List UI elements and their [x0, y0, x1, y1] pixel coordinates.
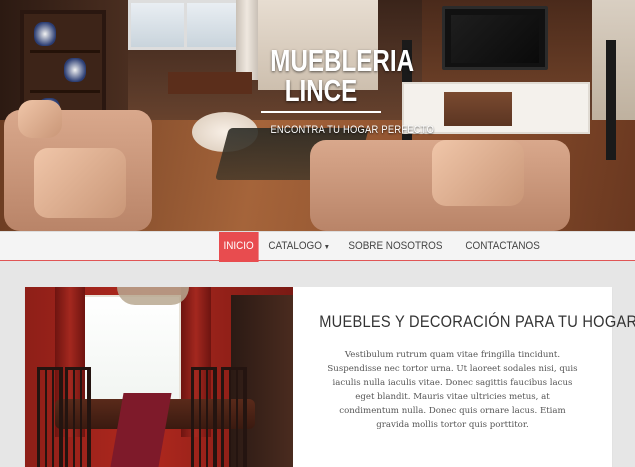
nav-item-sobre-nosotros[interactable]: SOBRE NOSOTROS	[343, 232, 448, 262]
nav-item-label: CONTACTANOS	[464, 240, 540, 252]
nav-item-inicio[interactable]: INICIO	[219, 232, 259, 262]
hero-pillow	[432, 140, 524, 206]
hero-window	[128, 0, 240, 50]
nav-item-label: INICIO	[223, 240, 254, 252]
site-title-line2: LINCE	[284, 73, 358, 108]
title-divider	[261, 111, 381, 113]
hero-speaker-right	[606, 40, 616, 160]
hero-curtain	[236, 0, 258, 80]
feature-image	[25, 287, 293, 467]
feature-text: MUEBLES Y DECORACIÓN PARA TU HOGAR. Vest…	[293, 287, 635, 467]
site-brand[interactable]: MUEBLERIA LINCE ENCONTRA TU HOGAR PERFEC…	[256, 45, 434, 138]
nav-item-catalogo[interactable]: CATALOGO ▼	[263, 232, 335, 262]
hero-pillow	[18, 100, 62, 138]
hero-low-table	[168, 72, 252, 94]
site-tagline: ENCONTRA TU HOGAR PERFECTO	[270, 124, 435, 136]
hero-banner: MUEBLERIA LINCE ENCONTRA TU HOGAR PERFEC…	[0, 0, 635, 231]
site-title: MUEBLERIA LINCE	[270, 45, 414, 108]
caret-down-icon: ▼	[323, 244, 330, 251]
hero-tv	[442, 6, 548, 70]
nav-item-contactanos[interactable]: CONTACTANOS	[460, 232, 545, 262]
nav-item-label: CATALOGO	[268, 240, 322, 252]
nav-item-label: SOBRE NOSOTROS	[348, 240, 443, 252]
feature-heading: MUEBLES Y DECORACIÓN PARA TU HOGAR.	[319, 312, 635, 331]
main-navigation: INICIO CATALOGO ▼ SOBRE NOSOTROS CONTACTA…	[0, 231, 635, 262]
feature-body: Vestibulum rutrum quam vitae fringilla t…	[327, 350, 578, 430]
hero-pillow	[34, 148, 126, 218]
feature-card: MUEBLES Y DECORACIÓN PARA TU HOGAR. Vest…	[25, 287, 635, 467]
